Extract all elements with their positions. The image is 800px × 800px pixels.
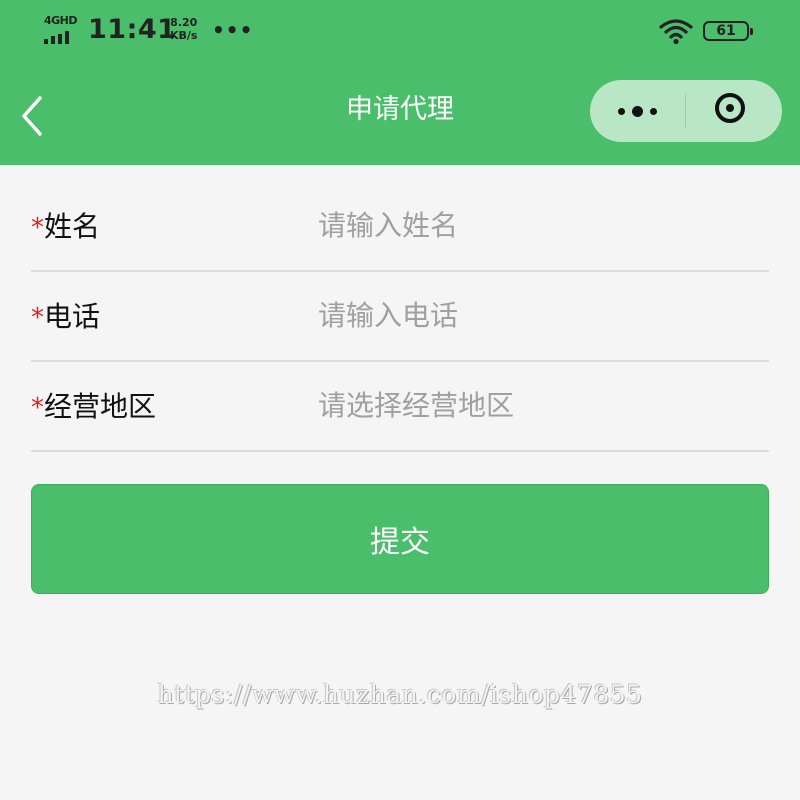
form-row-name: *姓名 [31, 182, 769, 272]
phone-input[interactable] [318, 290, 758, 340]
target-icon [715, 93, 745, 123]
name-input[interactable] [318, 200, 758, 250]
required-mark: * [31, 213, 44, 243]
region-select[interactable] [318, 380, 758, 430]
required-mark: * [31, 393, 44, 423]
more-options-button[interactable] [590, 80, 685, 142]
region-label: *经营地区 [31, 362, 156, 453]
app-header: 4GHD 11:41 8.20 KB/s ••• 61 申请代理 [0, 0, 800, 165]
required-mark: * [31, 303, 44, 333]
submit-button[interactable]: 提交 [31, 484, 769, 594]
battery-icon: 61 [703, 21, 753, 41]
notification-more-icon: ••• [212, 18, 254, 42]
network-type: 4GHD [44, 14, 78, 27]
close-miniprogram-button[interactable] [686, 80, 782, 142]
miniprogram-capsule [590, 80, 782, 142]
status-bar: 4GHD 11:41 8.20 KB/s ••• 61 [0, 0, 800, 62]
cellular-signal-icon: 4GHD [44, 14, 78, 44]
phone-label-text: 电话 [44, 300, 101, 333]
network-speed-value: 8.20 [170, 16, 198, 29]
network-speed-unit: KB/s [170, 29, 198, 42]
battery-level: 61 [716, 23, 736, 39]
status-time: 11:41 [88, 14, 177, 45]
form-row-region: *经营地区 [31, 362, 769, 452]
region-label-text: 经营地区 [44, 390, 157, 423]
watermark-text: https://www.huzhan.com/ishop47855 [157, 680, 643, 709]
name-label: *姓名 [31, 182, 100, 273]
name-label-text: 姓名 [44, 210, 101, 243]
wifi-icon [659, 19, 693, 45]
phone-label: *电话 [31, 272, 100, 363]
form-row-phone: *电话 [31, 272, 769, 362]
network-speed: 8.20 KB/s [170, 16, 197, 42]
